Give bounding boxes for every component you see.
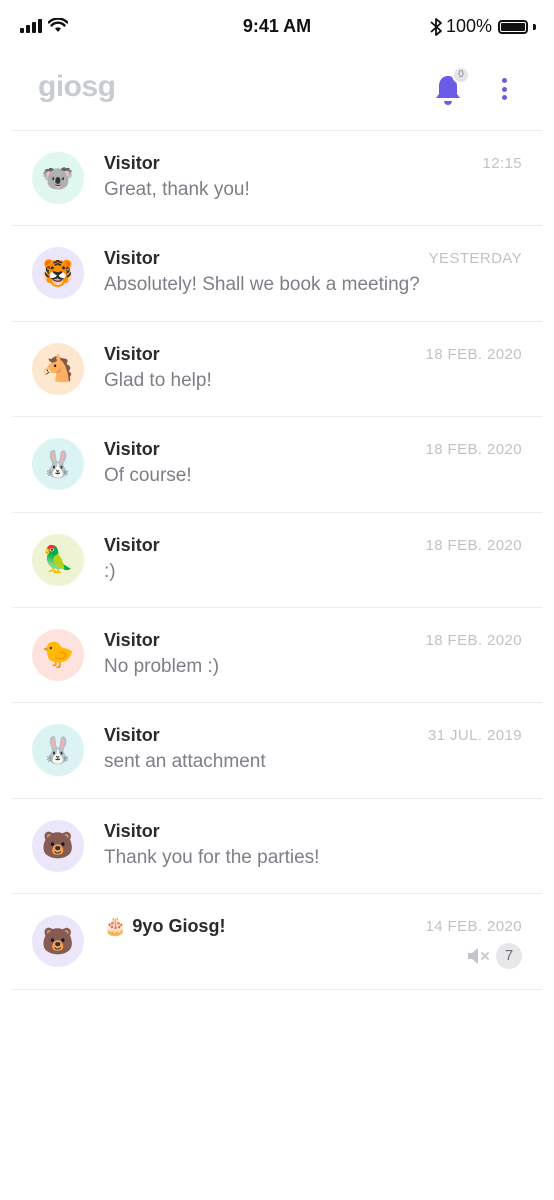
avatar: 🐴 (32, 342, 84, 395)
battery-status: 100% (430, 16, 536, 37)
conversation-item[interactable]: 🐰 Visitor Of course! 18 FEB. 2020 (0, 417, 554, 513)
status-bar: 9:41 AM 100% (0, 0, 554, 56)
message-preview: :) (104, 560, 116, 582)
timestamp: 18 FEB. 2020 (425, 536, 522, 554)
message-preview: No problem :) (104, 655, 220, 677)
avatar: 🐰 (32, 724, 84, 777)
message-preview: Of course! (104, 465, 192, 487)
battery-icon (498, 19, 528, 34)
timestamp: 12:15 (482, 155, 522, 172)
row-divider (12, 988, 542, 990)
avatar: 🐤 (32, 628, 84, 681)
conversation-name: Visitor (104, 821, 160, 842)
conversation-meta: 7 (466, 943, 522, 970)
unread-count-badge: 7 (496, 943, 522, 970)
avatar: 🐯 (32, 247, 84, 300)
avatar: 🐨 (32, 152, 84, 204)
giosg-logo: giosg (38, 70, 116, 103)
conversation-item[interactable]: 🐨 Visitor Great, thank you! 12:15 (0, 131, 554, 227)
conversation-name: Visitor (104, 153, 160, 174)
conversation-name: Visitor (104, 630, 160, 651)
conversation-item[interactable]: 🦜 Visitor:) 18 FEB. 2020 (0, 513, 554, 608)
conversation-name-text: Visitor (104, 153, 160, 173)
message-preview: Absolutely! Shall we book a meeting? (104, 274, 420, 296)
conversation-name-text: Visitor (104, 439, 160, 460)
timestamp: 18 FEB. 2020 (425, 345, 522, 363)
timestamp: 18 FEB. 2020 (425, 631, 522, 649)
conversation-name: 🎂 9yo Giosg! (104, 916, 225, 937)
message-preview: Great, thank you! (104, 179, 250, 200)
timestamp: 14 FEB. 2020 (425, 918, 522, 936)
timestamp: 31 JUL. 2019 (427, 727, 522, 745)
conversation-item[interactable]: 🐻 🎂 9yo Giosg! 14 FEB. 2020 7 (0, 894, 554, 990)
timestamp: YESTERDAY (428, 250, 522, 268)
notification-badge: 0 (452, 66, 470, 84)
conversation-item[interactable]: 🐰 Visitor sent an attachment 31 JUL. 2019 (0, 703, 554, 799)
message-preview: Glad to help! (104, 369, 212, 391)
conversation-name-text: Visitor (104, 725, 160, 746)
conversation-name-text: Visitor (104, 248, 160, 269)
bluetooth-icon (430, 17, 442, 36)
conversation-name: Visitor (104, 535, 160, 556)
conversation-item[interactable]: 🐴 Visitor Glad to help! 18 FEB. 2020 (0, 322, 554, 418)
avatar: 🐰 (32, 438, 84, 491)
conversation-name-text: Visitor (104, 820, 160, 841)
timestamp: 18 FEB. 2020 (425, 441, 522, 459)
battery-percent: 100% (445, 16, 492, 36)
avatar: 🐻 (32, 915, 84, 968)
message-preview: Thank you for the parties! (104, 846, 320, 868)
conversation-name-text: 9yo Giosg! (132, 916, 226, 937)
conversation-name: Visitor (104, 344, 160, 365)
conversation-name-text: Visitor (104, 343, 160, 364)
more-options-icon[interactable] (494, 74, 514, 104)
conversation-name: Visitor (104, 248, 160, 269)
conversation-list: 🐨 Visitor Great, thank you! 12:15 🐯 Visitor Ab… (0, 131, 554, 990)
conversation-name-text: Visitor (104, 629, 160, 650)
app-header: giosg 0 (0, 56, 554, 130)
conversation-name-text: Visitor (104, 534, 160, 555)
conversation-name: Visitor (104, 439, 160, 460)
message-preview: sent an attachment (104, 751, 266, 773)
conversation-name: Visitor (104, 725, 160, 746)
conversation-item[interactable]: 🐯 Visitor Absolutely! Shall we book a meet… (0, 226, 554, 322)
muted-icon (468, 948, 489, 965)
cake-icon: 🎂 (104, 916, 127, 937)
conversation-item[interactable]: 🐻 Visitor Thank you for the parties! (0, 799, 554, 895)
conversation-item[interactable]: 🐤 Visitor No problem :) 18 FEB. 2020 (0, 608, 554, 704)
avatar: 🐻 (32, 819, 84, 872)
avatar: 🦜 (32, 533, 84, 586)
